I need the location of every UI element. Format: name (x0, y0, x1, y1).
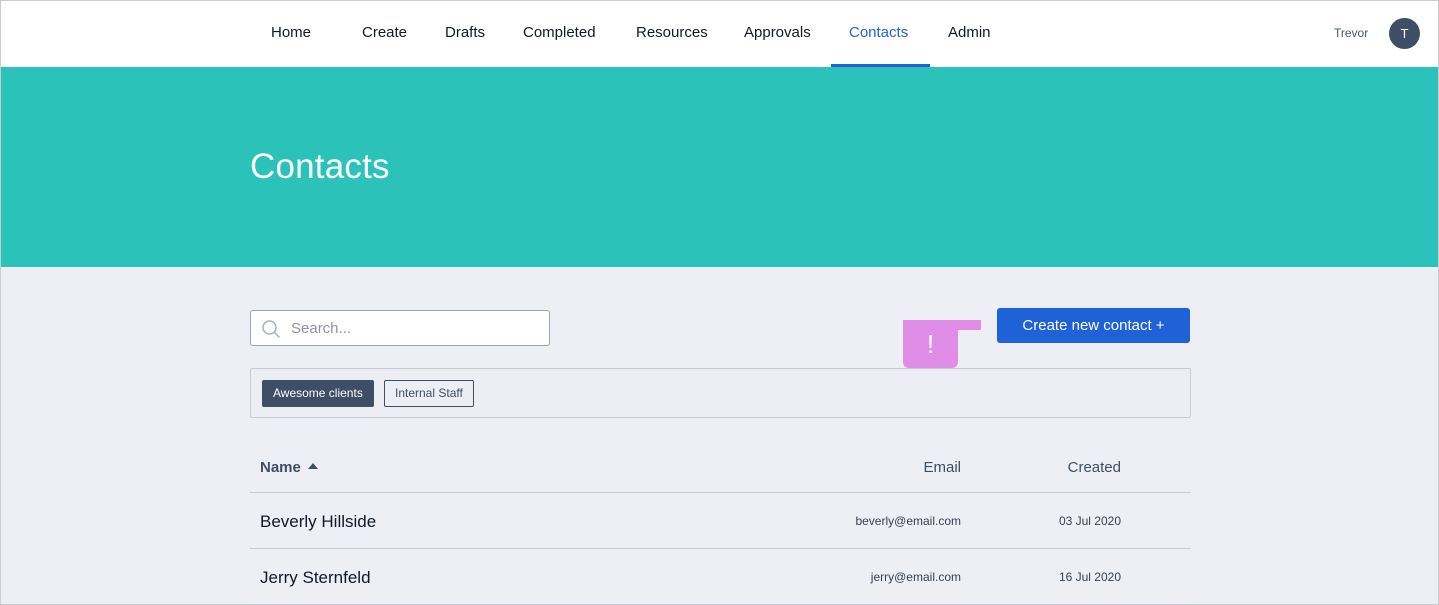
column-header-name[interactable]: Name (260, 459, 318, 476)
top-nav: Home Create Drafts Completed Resources A… (1, 1, 1438, 67)
table-row[interactable]: Beverly Hillside beverly@email.com 03 Ju… (250, 493, 1191, 549)
column-header-email[interactable]: Email (923, 459, 961, 476)
create-contact-button[interactable]: Create new contact + (997, 308, 1190, 343)
contact-name[interactable]: Jerry Sternfeld (260, 568, 371, 588)
user-name[interactable]: Trevor (1334, 1, 1368, 65)
search-input[interactable] (291, 311, 541, 345)
nav-drafts[interactable]: Drafts (445, 1, 485, 67)
nav-create[interactable]: Create (362, 1, 407, 67)
table-row[interactable]: Jerry Sternfeld jerry@email.com 16 Jul 2… (250, 549, 1191, 605)
nav-completed[interactable]: Completed (523, 1, 596, 67)
nav-contacts[interactable]: Contacts (849, 1, 908, 67)
search-icon (262, 320, 280, 338)
contacts-table: Name Email Created Beverly Hillside beve… (250, 442, 1191, 605)
column-header-name-label: Name (260, 459, 301, 476)
contact-created: 16 Jul 2020 (1058, 570, 1121, 584)
nav-home[interactable]: Home (271, 1, 311, 67)
nav-resources[interactable]: Resources (636, 1, 708, 67)
contact-email: jerry@email.com (870, 570, 961, 584)
table-header: Name Email Created (250, 442, 1191, 493)
avatar[interactable]: T (1389, 18, 1420, 49)
tag-filter-panel: Awesome clients Internal Staff (250, 368, 1191, 418)
page-title: Contacts (250, 147, 390, 186)
annotation-marker[interactable]: ! (903, 320, 958, 368)
nav-admin[interactable]: Admin (948, 1, 991, 67)
contact-created: 03 Jul 2020 (1058, 514, 1121, 528)
column-header-created[interactable]: Created (1068, 459, 1121, 476)
hero-banner: Contacts (1, 67, 1438, 267)
contact-email: beverly@email.com (855, 514, 961, 528)
nav-approvals[interactable]: Approvals (744, 1, 811, 67)
search-box (250, 310, 550, 346)
tag-awesome-clients[interactable]: Awesome clients (262, 380, 374, 407)
tag-internal-staff[interactable]: Internal Staff (384, 380, 474, 407)
sort-ascending-icon (307, 463, 318, 469)
contact-name[interactable]: Beverly Hillside (260, 512, 376, 532)
